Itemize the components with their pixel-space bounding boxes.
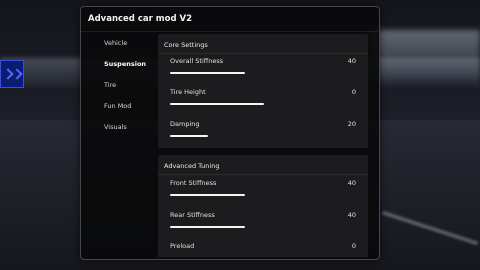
setting-row-tire-height: Tire Height 0 [158,88,368,118]
chevron-right-icon [10,68,23,80]
overall-stiffness-slider[interactable] [170,72,358,74]
setting-value: 40 [347,57,356,65]
setting-row-damping: Damping 20 [158,120,368,150]
setting-value: 0 [351,242,356,250]
slider-fill [170,194,245,196]
panel-title: Advanced car mod V2 [88,14,192,24]
setting-value: 40 [347,211,356,219]
setting-row-overall-stiffness: Overall Stiffness 40 [158,57,368,87]
slider-fill [170,135,208,137]
tab-vehicle[interactable]: Vehicle [104,39,127,47]
setting-label: Rear Stiffness [170,211,215,219]
section-advanced-tuning: Advanced Tuning Front Stiffness 40 Rear … [158,155,368,257]
setting-label: Overall Stiffness [170,57,224,65]
setting-row-preload: Preload 0 [158,242,368,257]
tire-height-slider[interactable] [170,103,358,105]
setting-label: Tire Height [170,88,206,96]
settings-content[interactable]: Core Settings Overall Stiffness 40 Tire … [158,34,371,257]
mod-menu-panel: Advanced car mod V2 Vehicle Suspension T… [80,6,380,260]
setting-label: Preload [170,242,195,250]
front-stiffness-slider[interactable] [170,194,358,196]
setting-row-rear-stiffness: Rear Stiffness 40 [158,211,368,241]
guard-rail-right [370,30,480,80]
tab-tire[interactable]: Tire [104,81,116,89]
tab-fun-mod[interactable]: Fun Mod [104,102,131,110]
section-title: Core Settings [164,41,208,49]
title-divider [81,31,379,32]
rear-stiffness-slider[interactable] [170,226,358,228]
setting-label: Front Stiffness [170,179,217,187]
setting-value: 40 [347,179,356,187]
tab-suspension[interactable]: Suspension [104,60,146,68]
setting-label: Damping [170,120,200,128]
chevron-sign-icon [0,60,24,88]
game-scene: Advanced car mod V2 Vehicle Suspension T… [0,0,480,270]
section-title: Advanced Tuning [164,162,220,170]
slider-fill [170,226,245,228]
setting-row-front-stiffness: Front Stiffness 40 [158,179,368,209]
section-core-settings: Core Settings Overall Stiffness 40 Tire … [158,34,368,148]
setting-value: 0 [351,88,356,96]
tab-visuals[interactable]: Visuals [104,123,127,131]
slider-fill [170,72,245,74]
damping-slider[interactable] [170,135,358,137]
section-divider [158,174,368,175]
slider-fill [170,103,264,105]
setting-value: 20 [347,120,356,128]
section-divider [158,53,368,54]
